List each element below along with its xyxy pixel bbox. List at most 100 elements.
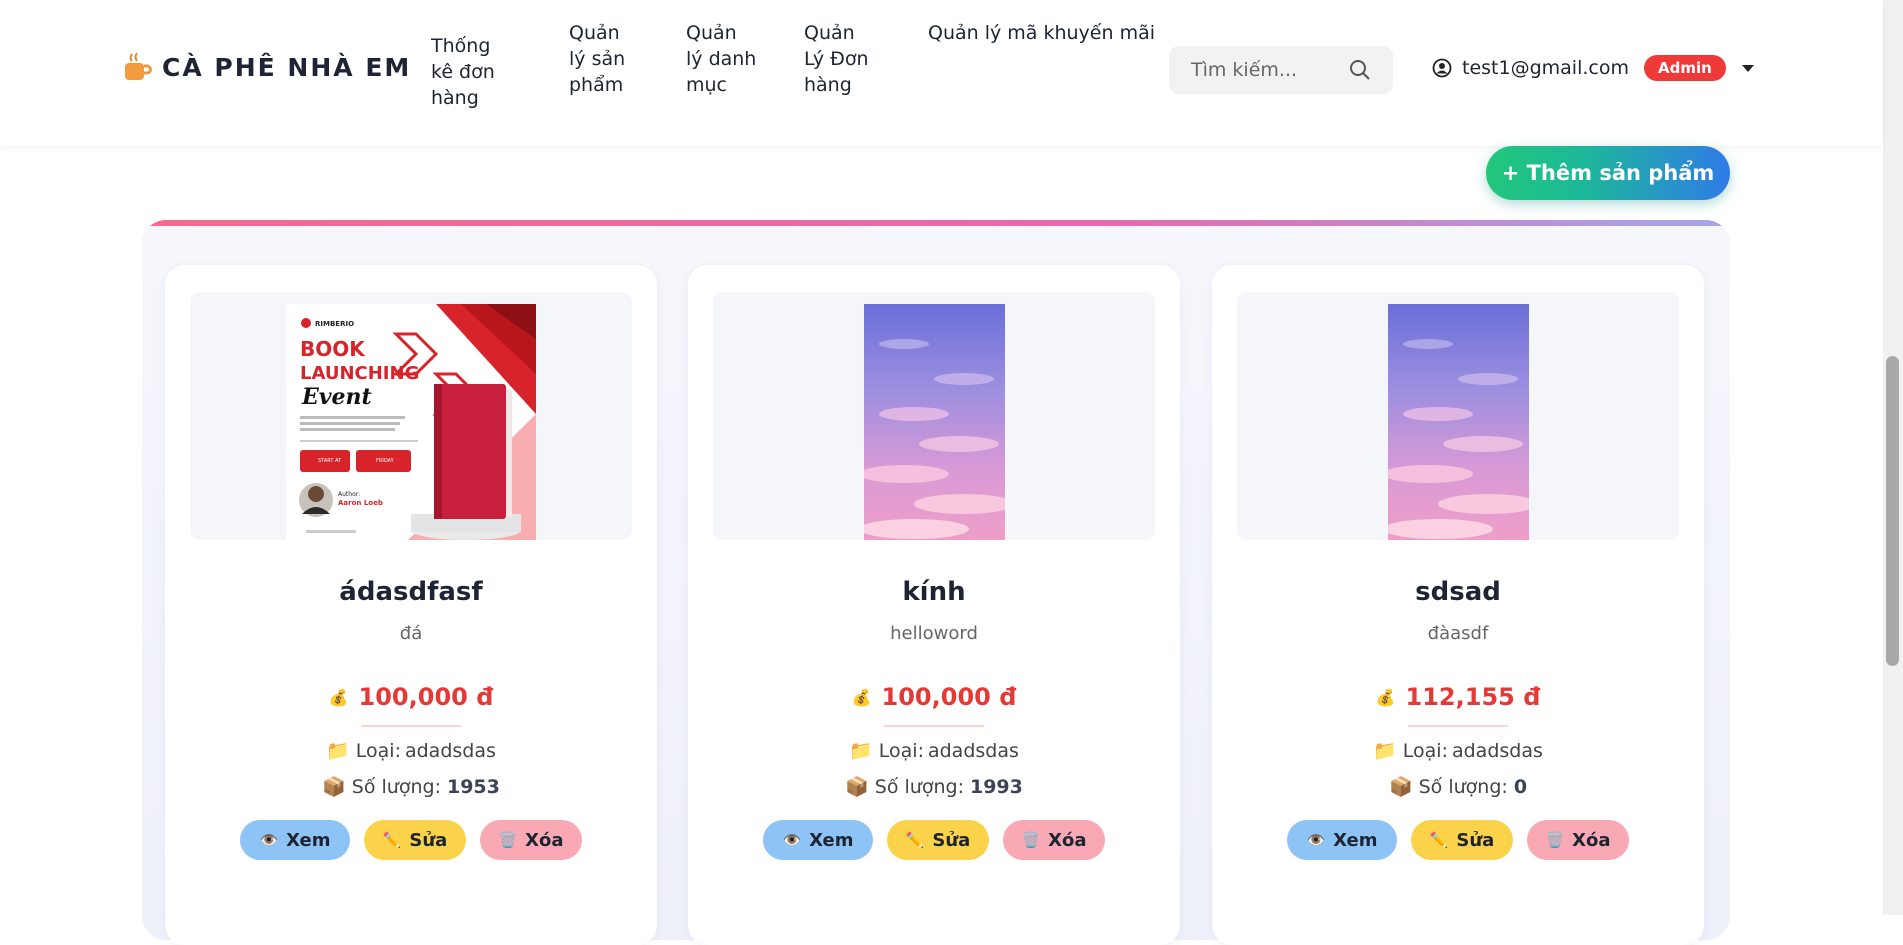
product-image-frame xyxy=(1237,292,1679,540)
eye-icon: 👁️ xyxy=(259,831,279,849)
product-image-frame xyxy=(713,292,1155,540)
nav-promo-management[interactable]: Quản lý mã khuyến mãi xyxy=(928,20,1155,46)
package-icon: 📦 xyxy=(1388,776,1413,798)
poster-line3: Event xyxy=(301,384,372,410)
product-name: kính xyxy=(902,577,966,607)
category-prefix: Loại: xyxy=(355,739,401,762)
product-description: đá xyxy=(399,623,423,644)
product-image-pink-sky[interactable] xyxy=(864,304,1005,540)
money-bag-icon: 💰 xyxy=(851,687,872,707)
quantity-value: 1953 xyxy=(446,775,500,798)
pencil-icon: ✏️ xyxy=(1429,831,1449,849)
chevron-down-icon[interactable] xyxy=(1741,64,1754,72)
category-prefix: Loại: xyxy=(878,739,924,762)
edit-button[interactable]: ✏️ Sửa xyxy=(364,820,466,860)
package-icon: 📦 xyxy=(322,776,346,798)
product-image-pink-sky[interactable] xyxy=(1388,304,1529,540)
poster-day: FRIDAY xyxy=(376,458,395,464)
edit-button[interactable]: ✏️ Sửa xyxy=(887,820,989,860)
product-name: ádasdfasf xyxy=(339,577,483,607)
product-actions: 👁️ Xem ✏️ Sửa 🗑️ Xóa xyxy=(688,820,1180,860)
eye-icon: 👁️ xyxy=(782,831,802,849)
folder-icon: 📁 xyxy=(326,740,350,762)
category-value: adadsdas xyxy=(404,739,496,762)
pencil-icon: ✏️ xyxy=(382,831,402,849)
poster-line1: BOOK xyxy=(300,337,366,361)
scrollbar-thumb[interactable] xyxy=(1886,356,1899,666)
quantity-value: 0 xyxy=(1513,775,1528,798)
quantity-value: 1993 xyxy=(969,775,1023,798)
edit-button[interactable]: ✏️ Sửa xyxy=(1411,820,1513,860)
trash-icon: 🗑️ xyxy=(1021,831,1041,849)
category-value: adadsdas xyxy=(1451,739,1543,762)
user-email: test1@gmail.com xyxy=(1462,57,1629,79)
price-underline xyxy=(1408,725,1508,727)
product-price: 100,000 đ xyxy=(358,683,494,711)
nav-order-stats[interactable]: Thống kê đơn hàng xyxy=(431,33,495,111)
add-product-button[interactable]: + Thêm sản phẩm xyxy=(1486,146,1730,200)
user-circle-icon xyxy=(1432,58,1452,78)
poster-line2: LAUNCHING xyxy=(300,363,419,384)
product-price-row: 💰 112,155 đ xyxy=(1212,683,1704,711)
panel-gradient-bar xyxy=(142,220,1730,226)
edit-label: Sửa xyxy=(932,829,971,851)
poster-author-label: Author: xyxy=(338,491,360,498)
product-name: sdsad xyxy=(1415,577,1501,607)
brand-name: CÀ PHÊ NHÀ EM xyxy=(162,52,412,82)
nav-category-management[interactable]: Quản lý danh mục xyxy=(686,20,756,98)
view-button[interactable]: 👁️ Xem xyxy=(763,820,873,860)
folder-icon: 📁 xyxy=(849,740,873,762)
product-actions: 👁️ Xem ✏️ Sửa 🗑️ Xóa xyxy=(165,820,657,860)
money-bag-icon: 💰 xyxy=(1375,687,1396,707)
product-category: 📁 Loại: adadsdas xyxy=(1212,739,1704,763)
price-underline xyxy=(884,725,984,727)
product-price: 100,000 đ xyxy=(881,683,1017,711)
product-price-row: 💰 100,000 đ xyxy=(688,683,1180,711)
product-price-row: 💰 100,000 đ xyxy=(165,683,657,711)
edit-label: Sửa xyxy=(1456,829,1495,851)
trash-icon: 🗑️ xyxy=(498,831,518,849)
delete-button[interactable]: 🗑️ Xóa xyxy=(1003,820,1105,860)
quantity-prefix: Số lượng: xyxy=(1418,775,1508,798)
view-label: Xem xyxy=(1333,829,1378,851)
product-quantity: 📦 Số lượng: 1953 xyxy=(165,775,657,799)
pencil-icon: ✏️ xyxy=(905,831,925,849)
edit-label: Sửa xyxy=(409,829,448,851)
trash-icon: 🗑️ xyxy=(1545,831,1565,849)
view-label: Xem xyxy=(809,829,854,851)
quantity-prefix: Số lượng: xyxy=(351,775,441,798)
view-button[interactable]: 👁️ Xem xyxy=(1287,820,1397,860)
delete-button[interactable]: 🗑️ Xóa xyxy=(1527,820,1629,860)
product-actions: 👁️ Xem ✏️ Sửa 🗑️ Xóa xyxy=(1212,820,1704,860)
product-price: 112,155 đ xyxy=(1405,683,1541,711)
search-icon[interactable] xyxy=(1349,59,1371,81)
delete-button[interactable]: 🗑️ Xóa xyxy=(480,820,582,860)
role-badge: Admin xyxy=(1643,55,1726,81)
product-card: RIMBERIO BOOK LAUNCHING Event START AT F… xyxy=(165,265,657,945)
delete-label: Xóa xyxy=(1572,829,1611,851)
product-image-frame: RIMBERIO BOOK LAUNCHING Event START AT F… xyxy=(190,292,632,540)
price-underline xyxy=(361,725,461,727)
product-quantity: 📦 Số lượng: 0 xyxy=(1212,775,1704,799)
product-image-book-poster[interactable]: RIMBERIO BOOK LAUNCHING Event START AT F… xyxy=(286,304,536,540)
nav-product-management[interactable]: Quản lý sản phẩm xyxy=(569,20,625,98)
user-menu[interactable]: test1@gmail.com Admin xyxy=(1432,55,1754,81)
delete-label: Xóa xyxy=(525,829,564,851)
package-icon: 📦 xyxy=(845,776,869,798)
poster-start: START AT xyxy=(318,458,342,464)
product-description: đàasdf xyxy=(1427,623,1489,644)
view-button[interactable]: 👁️ Xem xyxy=(240,820,350,860)
product-quantity: 📦 Số lượng: 1993 xyxy=(688,775,1180,799)
product-card: kính helloword 💰 100,000 đ 📁 Loại: adads… xyxy=(688,265,1180,945)
view-label: Xem xyxy=(286,829,331,851)
quantity-prefix: Số lượng: xyxy=(874,775,964,798)
delete-label: Xóa xyxy=(1048,829,1087,851)
product-category: 📁 Loại: adadsdas xyxy=(688,739,1180,763)
brand[interactable]: CÀ PHÊ NHÀ EM xyxy=(122,52,411,82)
money-bag-icon: 💰 xyxy=(328,687,349,707)
product-card: sdsad đàasdf 💰 112,155 đ 📁 Loại: adadsda… xyxy=(1212,265,1704,945)
search-input[interactable] xyxy=(1189,58,1353,82)
search-box xyxy=(1169,46,1393,94)
nav-order-management[interactable]: Quản Lý Đơn hàng xyxy=(804,20,869,98)
poster-author: Aaron Loeb xyxy=(338,499,383,507)
